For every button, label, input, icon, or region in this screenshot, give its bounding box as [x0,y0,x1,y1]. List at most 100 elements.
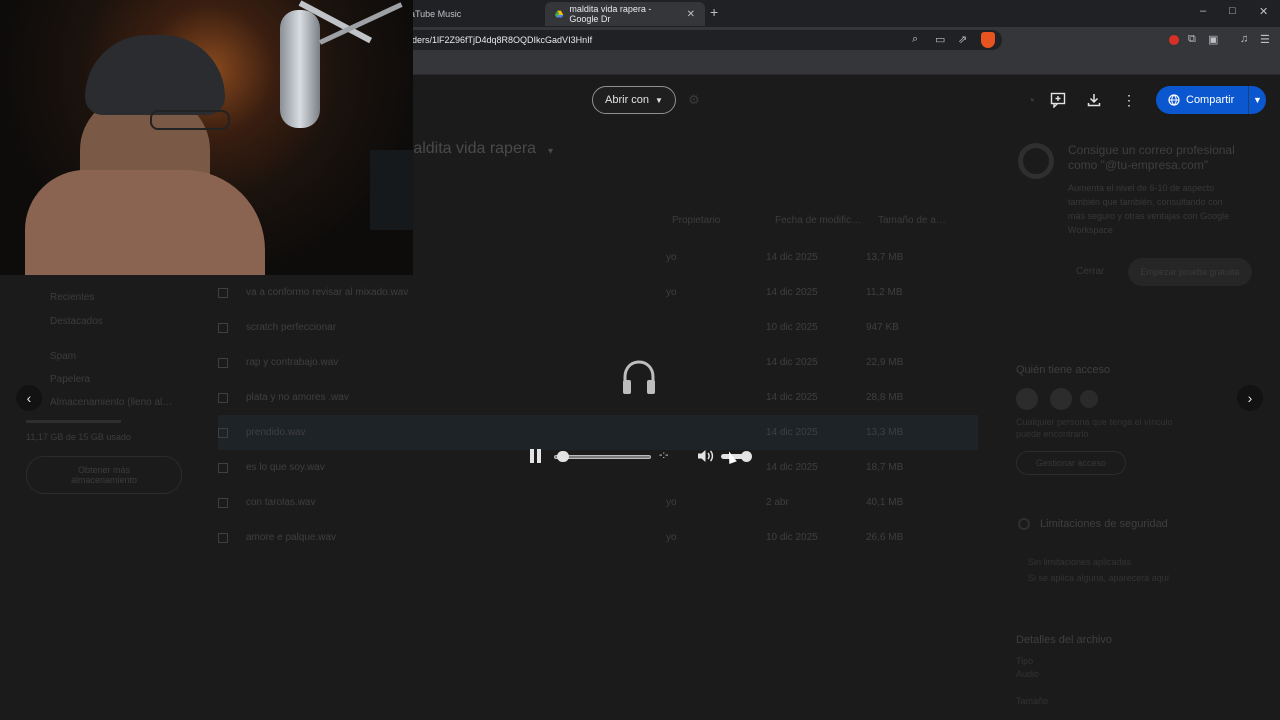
audio-file-icon [218,427,228,438]
next-file-button[interactable]: › [1237,385,1263,411]
size-label: Tamaño [1016,696,1049,706]
zoom-icon[interactable]: ⌕ [912,33,918,46]
add-comment-icon[interactable] [1048,90,1068,110]
cast-icon[interactable]: ▭ [935,33,945,46]
media-icon[interactable]: ♫ [1240,33,1248,45]
open-with-button[interactable]: Abrir con ▼ [592,86,676,114]
headphones-icon [620,358,658,401]
folder-title: maldita vida rapera [400,140,537,157]
get-storage-button: Obtener más almacenamiento [26,456,182,494]
file-row: va a conformo revisar al mixado.wav yo 14 … [218,275,978,310]
minimize-button[interactable]: – [1200,5,1206,17]
file-name: con tarolas.wav [246,497,316,508]
file-name: plata y no amores .wav [246,392,349,403]
column-modified: Fecha de modific… [775,215,862,226]
sidebar-item-starred: Destacados [50,316,103,327]
type-label: Tipo [1016,656,1034,666]
details-title: Detalles del archivo [1016,634,1112,646]
extensions-icon[interactable]: ⧉ [1188,33,1196,46]
webcam-overlay [0,0,413,275]
google-logo-icon [1018,143,1054,179]
seek-handle[interactable] [556,451,569,462]
promo-title: Consigue un correo profesional como "@tu… [1068,143,1235,172]
security-icon [1018,518,1030,530]
file-size: 18,7 MB [866,462,904,473]
type-value: Audio [1016,669,1040,679]
folder-menu-icon: ▾ [548,146,554,157]
globe-icon [1080,390,1098,408]
globe-icon [1168,94,1180,106]
maximize-button[interactable]: □ [1229,5,1236,17]
file-owner: yo [666,287,677,298]
previous-file-button[interactable]: ‹ [16,385,42,411]
file-row: rap y contrabajo.wav 14 dic 2025 22,9 MB [218,345,978,380]
tab-drive[interactable]: maldita vida rapera - Google Dr ✕ [545,2,705,26]
close-window-button[interactable]: ✕ [1259,5,1268,18]
microphone [280,10,320,128]
sidebar-item-trash: Papelera [50,374,91,385]
address-text: ders/1lF2Z96fTjD4dq8R8OQDIkcGadVI3HnIf [412,35,593,45]
tab-close-icon[interactable]: ✕ [687,9,695,20]
download-icon[interactable] [1084,90,1104,110]
file-name: va a conformo revisar al mixado.wav [246,287,409,298]
drive-favicon-icon [555,10,564,18]
column-size: Tamaño de a… [878,215,946,226]
avatar [1016,388,1038,410]
file-row: plata y no amores .wav 14 dic 2025 28,8 MB [218,380,978,415]
file-name: amore e palque.wav [246,532,337,543]
audio-file-icon [218,532,228,543]
file-name: scratch perfeccionar [246,322,337,333]
audio-file-icon [218,357,228,368]
record-icon[interactable] [1169,35,1179,45]
new-tab-button[interactable]: + [710,4,718,20]
column-owner: Propietario [672,215,721,226]
access-title: Quién tiene acceso [1016,364,1111,376]
file-date: 14 dic 2025 [766,462,818,473]
audio-file-icon [218,462,228,473]
promo-close: Cerrar [1076,266,1105,277]
file-date: 14 dic 2025 [766,357,818,368]
audio-file-icon [218,322,228,333]
promo-body: Aumenta el nivel de 6-10 de aspecto tamb… [1068,183,1230,235]
share-button[interactable]: Compartir ▼ [1156,86,1266,114]
file-name: rap y contrabajo.wav [246,357,339,368]
brave-shield-icon[interactable] [981,32,995,48]
file-size: 13,3 MB [866,427,904,438]
sidebar-icon[interactable]: ▣ [1208,33,1218,46]
share-page-icon[interactable]: ⇗ [958,33,967,46]
tab-label: aTube Music [410,9,462,19]
pause-button[interactable] [530,449,542,463]
volume-icon[interactable] [697,448,714,469]
person-body [25,170,265,275]
promo-cta: Empezar prueba gratuita [1128,258,1252,286]
sidebar-item-spam: Spam [50,351,77,362]
menu-icon[interactable]: ☰ [1260,33,1270,46]
access-text: Cualquier persona que tenga el vínculo p… [1016,417,1173,439]
file-owner: yo [666,532,677,543]
more-options-icon[interactable]: ⋮ [1119,90,1139,110]
file-date: 10 dic 2025 [766,532,818,543]
file-size: 28,8 MB [866,392,904,403]
file-size: 26,6 MB [866,532,904,543]
file-size: 11,2 MB [866,287,903,298]
glasses [150,110,230,130]
audio-file-icon [218,287,228,298]
security-line: Sin limitaciones aplicadas [1028,557,1132,567]
filter-icon: ⚙ [688,92,700,107]
sidebar-item-recent: Recientes [50,292,95,303]
storage-bar [26,420,121,423]
time-display: -:- [659,450,669,461]
info-icon: ◔ [1026,92,1036,108]
share-dropdown-icon[interactable]: ▼ [1249,95,1262,105]
tab-youtube-music[interactable]: aTube Music [400,2,540,26]
audio-file-icon [218,497,228,508]
file-size: 13,7 MB [866,252,904,263]
storage-text: 11,17 GB de 15 GB usado [26,432,131,442]
person-cap [85,35,225,115]
file-owner: yo [666,497,677,508]
audio-file-icon [218,392,228,403]
manage-access-button: Gestionar acceso [1016,451,1126,475]
file-name: prendido.wav [246,427,306,438]
file-row: con tarolas.wav yo 2 abr 40,1 MB [218,485,978,520]
tab-label: maldita vida rapera - Google Dr [569,4,652,24]
